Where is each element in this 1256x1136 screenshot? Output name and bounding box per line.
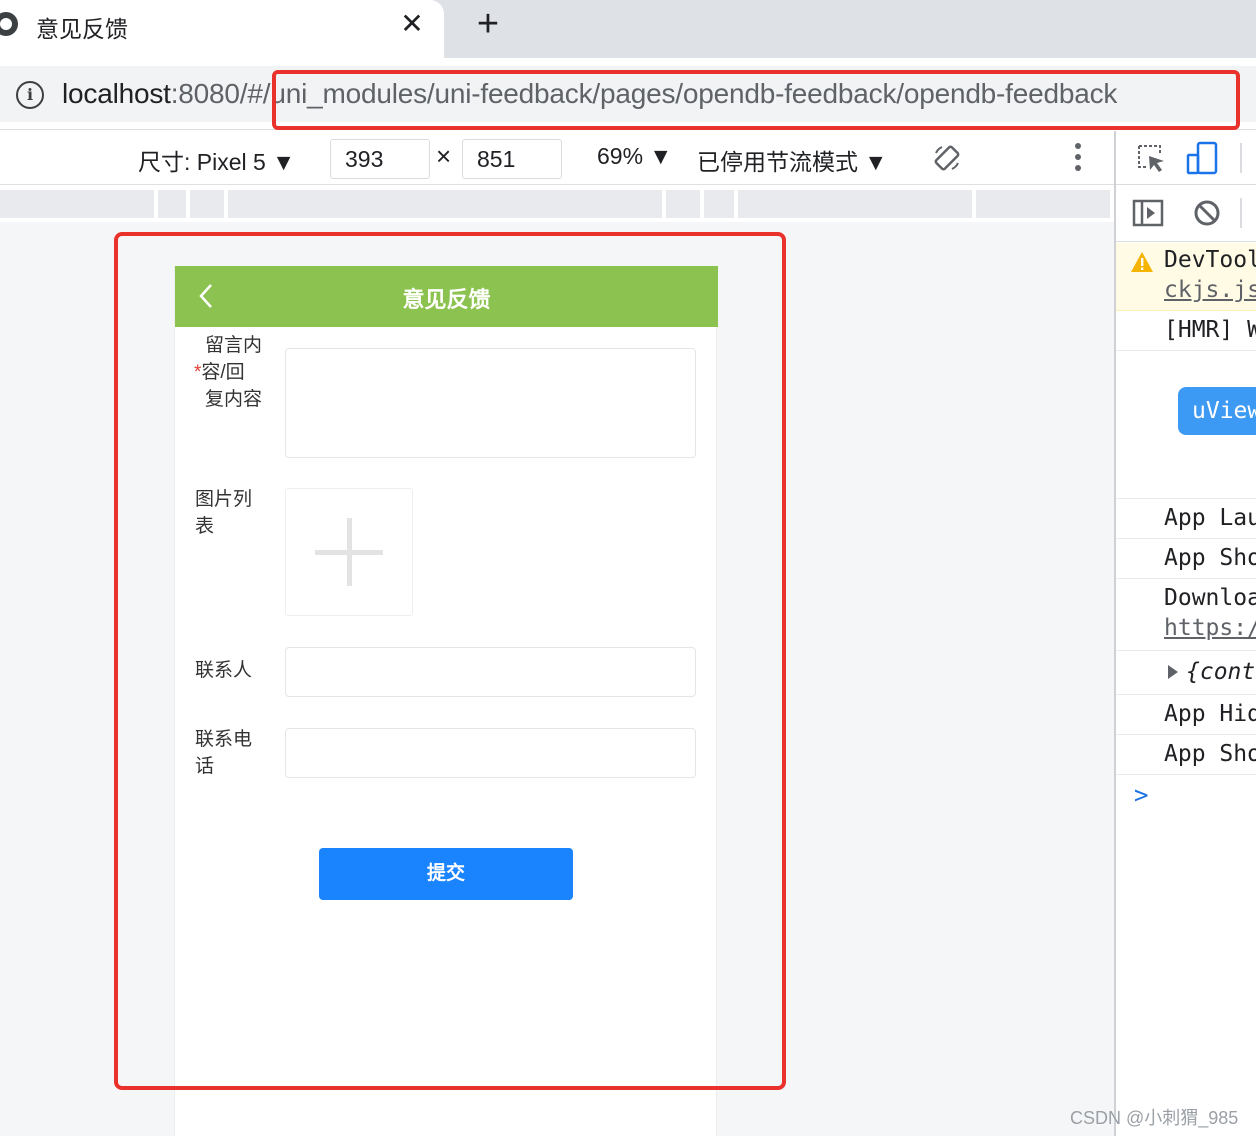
log-text: App Sho xyxy=(1164,545,1256,571)
media-segment[interactable] xyxy=(158,190,186,218)
log-text: App Lau xyxy=(1164,505,1256,531)
url-highlight-annotation xyxy=(272,70,1240,130)
throttle-dropdown[interactable]: 已停用节流模式 ▼ xyxy=(697,143,887,177)
new-tab-button[interactable]: + xyxy=(472,4,504,44)
log-text: Downloa xyxy=(1164,585,1256,611)
tab-title: 意见反馈 xyxy=(36,16,128,42)
sidebar-toggle-icon[interactable] xyxy=(1132,198,1164,228)
console-log-row: App Lau xyxy=(1116,499,1256,539)
device-highlight-annotation xyxy=(114,232,786,1090)
media-segment[interactable] xyxy=(738,190,972,218)
console-log-row: App Sho xyxy=(1116,735,1256,775)
media-query-bar xyxy=(0,186,1114,222)
log-text: App Sho xyxy=(1164,741,1256,767)
close-icon[interactable]: ✕ xyxy=(398,6,426,42)
console-log-row: App Hid xyxy=(1116,695,1256,735)
media-segment[interactable] xyxy=(666,190,700,218)
warning-icon xyxy=(1131,252,1153,272)
console-prompt-icon[interactable]: > xyxy=(1134,781,1148,809)
console-toolbar xyxy=(1116,186,1256,242)
log-link[interactable]: https:/ xyxy=(1164,615,1256,641)
console-log-row: [HMR] W xyxy=(1116,311,1256,351)
device-toggle-icon[interactable] xyxy=(1186,141,1220,175)
media-segment[interactable] xyxy=(0,190,154,218)
log-text: App Hid xyxy=(1164,701,1256,727)
warning-text: DevTool xyxy=(1164,247,1256,273)
expand-triangle-icon[interactable] xyxy=(1168,665,1178,679)
browser-tab-active[interactable]: 意见反馈 ✕ xyxy=(0,0,444,58)
devtools-panel: DevTool ckjs.js [HMR] W uView App Lau Ap… xyxy=(1114,131,1256,1136)
media-segment[interactable] xyxy=(190,190,224,218)
console-object-row[interactable]: {cont xyxy=(1116,651,1256,695)
clear-console-icon[interactable] xyxy=(1192,198,1222,228)
hmr-log-text: [HMR] W xyxy=(1164,317,1256,343)
device-toolbar: 尺寸: Pixel 5 ▼ 393 × 851 69% ▼ 已停用节流模式 ▼ xyxy=(0,131,1114,185)
console-warning-row: DevTool ckjs.js xyxy=(1116,243,1256,311)
device-size-dropdown[interactable]: 尺寸: Pixel 5 ▼ xyxy=(138,143,295,177)
console-log-row: App Sho xyxy=(1116,539,1256,579)
rotate-icon[interactable] xyxy=(932,143,962,173)
device-width-input[interactable]: 393 xyxy=(330,139,430,179)
device-height-input[interactable]: 851 xyxy=(462,139,562,179)
zoom-dropdown[interactable]: 69% ▼ xyxy=(597,143,672,170)
times-symbol: × xyxy=(436,141,452,171)
info-icon[interactable]: i xyxy=(16,81,44,109)
object-preview-text: {cont xyxy=(1186,659,1256,685)
media-segment[interactable] xyxy=(228,190,662,218)
devtools-toolbar xyxy=(1116,131,1256,185)
media-segment[interactable] xyxy=(976,190,1110,218)
uview-badge: uView xyxy=(1178,387,1256,435)
url-host: localhost xyxy=(62,78,171,109)
console-log-row: Downloa https:/ xyxy=(1116,579,1256,651)
toolbar-divider xyxy=(1240,143,1242,173)
warning-source-link[interactable]: ckjs.js xyxy=(1164,277,1256,303)
globe-icon xyxy=(0,12,18,36)
more-options-icon[interactable] xyxy=(1068,143,1088,175)
tab-strip: 意见反馈 ✕ + xyxy=(0,0,1256,58)
watermark: CSDN @小刺猬_985 xyxy=(1070,1108,1239,1128)
inspect-element-icon[interactable] xyxy=(1136,143,1166,173)
media-segment[interactable] xyxy=(704,190,734,218)
toolbar-divider xyxy=(1240,198,1242,228)
